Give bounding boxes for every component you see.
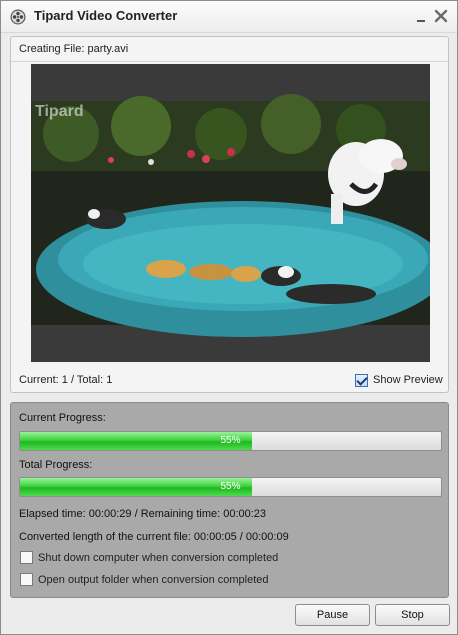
- shutdown-label: Shut down computer when conversion compl…: [38, 551, 279, 564]
- window-title: Tipard Video Converter: [34, 8, 178, 23]
- creating-file-label: Creating File: party.avi: [19, 43, 129, 55]
- progress-panel: Current Progress: 55% Total Progress: 55…: [10, 402, 449, 598]
- total-progress-percent: 55%: [220, 481, 241, 492]
- converted-length-label: Converted length of the current file: 00…: [19, 531, 289, 543]
- minimize-icon[interactable]: [413, 9, 429, 25]
- pause-button[interactable]: Pause: [295, 604, 370, 626]
- video-preview: Tipard: [31, 64, 430, 362]
- checkbox-box[interactable]: [355, 373, 368, 387]
- show-preview-checkbox[interactable]: Show Preview: [355, 372, 443, 388]
- shutdown-option[interactable]: Shut down computer when conversion compl…: [20, 551, 278, 564]
- shutdown-checkbox[interactable]: [20, 551, 33, 564]
- current-progress-percent: 55%: [220, 435, 241, 446]
- current-progress-label: Current Progress:: [19, 412, 106, 424]
- watermark-text: Tipard: [35, 103, 84, 120]
- show-preview-label: Show Preview: [373, 374, 443, 386]
- total-progress-label: Total Progress:: [19, 459, 93, 471]
- current-progress-bar: 55%: [19, 431, 442, 451]
- open-folder-checkbox[interactable]: [20, 573, 33, 586]
- divider: [11, 61, 448, 62]
- film-reel-icon: [10, 9, 26, 25]
- title-bar: Tipard Video Converter: [1, 1, 457, 33]
- preview-frame-image: [31, 64, 430, 362]
- preview-panel: Creating File: party.avi Tipard Current:…: [10, 36, 449, 393]
- elapsed-time-label: Elapsed time: 00:00:29 / Remaining time:…: [19, 508, 267, 520]
- open-folder-label: Open output folder when conversion compl…: [38, 573, 269, 586]
- open-folder-option[interactable]: Open output folder when conversion compl…: [20, 573, 269, 586]
- converter-window: Tipard Video Converter Creating File: pa…: [0, 0, 458, 635]
- file-count-label: Current: 1 / Total: 1: [19, 374, 113, 386]
- stop-button[interactable]: Stop: [375, 604, 450, 626]
- close-icon[interactable]: [433, 8, 449, 24]
- total-progress-bar: 55%: [19, 477, 442, 497]
